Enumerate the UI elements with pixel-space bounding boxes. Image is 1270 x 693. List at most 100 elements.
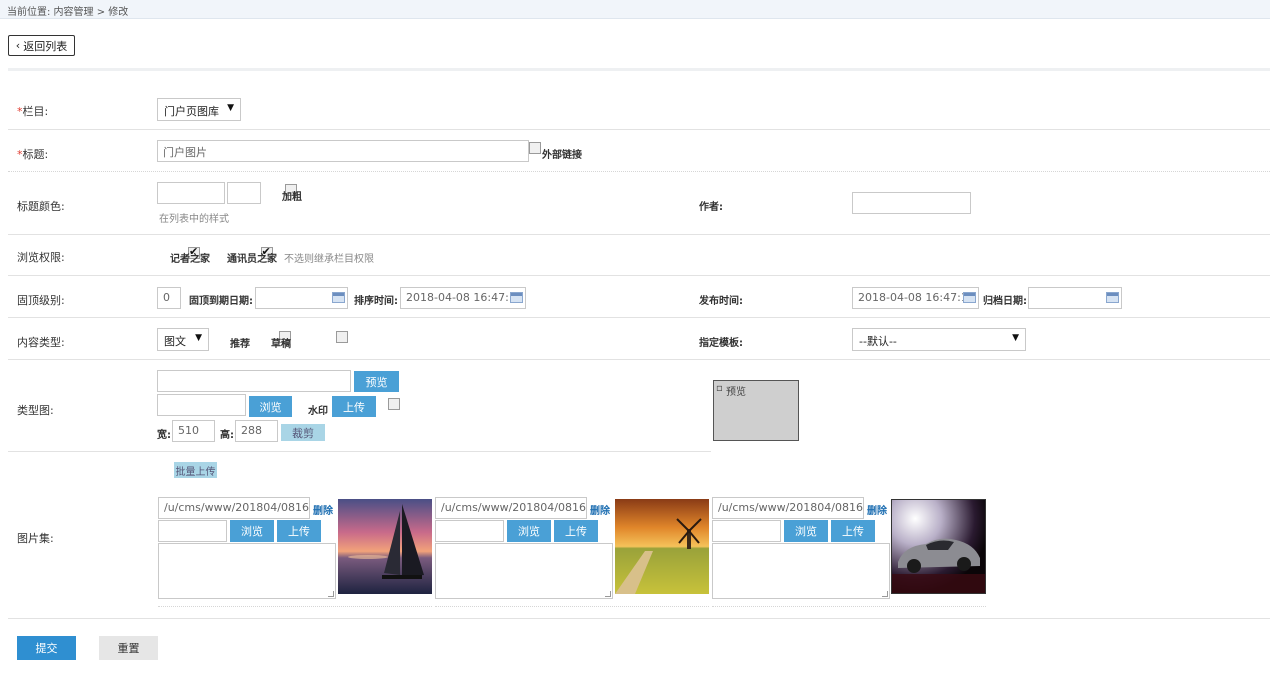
- gallery-upload-button[interactable]: 上传: [831, 520, 875, 542]
- gallery-image-sailboat: [338, 499, 432, 594]
- height-input[interactable]: 288: [235, 420, 278, 442]
- bold-label: 加粗: [282, 192, 302, 203]
- type-image-label: 类型图:: [17, 404, 54, 417]
- title-color-input[interactable]: [157, 182, 225, 204]
- upload-button[interactable]: 上传: [332, 396, 376, 417]
- back-to-list-label: 返回列表: [23, 39, 68, 53]
- width-label: 宽:: [157, 430, 171, 441]
- gallery-file-input[interactable]: [158, 520, 227, 542]
- content-type-label: 内容类型:: [17, 336, 65, 349]
- broken-image-icon: ▫: [716, 383, 723, 394]
- publish-time-label: 发布时间:: [699, 296, 743, 307]
- chevron-left-icon: ‹: [15, 39, 21, 52]
- title-input[interactable]: 门户图片: [157, 140, 529, 162]
- draft-checkbox[interactable]: [335, 331, 348, 343]
- calendar-icon[interactable]: [510, 292, 523, 303]
- recommend-label: 推荐: [230, 339, 250, 350]
- row-divider: [8, 234, 1270, 235]
- template-label: 指定模板:: [699, 338, 743, 349]
- author-input[interactable]: [852, 192, 971, 214]
- watermark-checkbox[interactable]: [388, 398, 400, 410]
- type-image-path-input[interactable]: [157, 370, 351, 392]
- sort-time-label: 排序时间:: [354, 296, 398, 307]
- gallery-path-input[interactable]: /u/cms/www/201804/081602: [158, 497, 310, 519]
- sports-car-image: [892, 500, 985, 593]
- gallery-delete-link[interactable]: 删除: [590, 502, 610, 517]
- row-divider: [8, 618, 1270, 619]
- perm-reporter-label: 记者之家: [170, 254, 210, 265]
- crop-button[interactable]: 裁剪: [281, 424, 325, 441]
- browse-permission-label: 浏览权限:: [17, 251, 65, 264]
- gallery-upload-button[interactable]: 上传: [277, 520, 321, 542]
- gallery-item-divider: [158, 606, 432, 607]
- type-image-file-input[interactable]: [157, 394, 246, 416]
- resize-grip-icon[interactable]: [328, 591, 334, 597]
- sort-time-input[interactable]: 2018-04-08 16:47:15: [400, 287, 526, 309]
- calendar-icon[interactable]: [963, 292, 976, 303]
- gallery-browse-button[interactable]: 浏览: [507, 520, 551, 542]
- row-divider: [8, 129, 1270, 130]
- resize-grip-icon[interactable]: [882, 591, 888, 597]
- windmill-field-image: [615, 499, 709, 594]
- height-label: 高:: [220, 430, 234, 441]
- gallery-item-divider: [435, 606, 709, 607]
- browse-button[interactable]: 浏览: [249, 396, 292, 417]
- submit-button[interactable]: 提交: [17, 636, 76, 660]
- gallery-file-input[interactable]: [435, 520, 504, 542]
- column-field-label: *栏目:: [17, 105, 49, 118]
- perm-correspondent-label: 通讯员之家: [227, 254, 277, 265]
- row-divider: [8, 171, 1270, 172]
- gallery-upload-button[interactable]: 上传: [554, 520, 598, 542]
- batch-upload-button[interactable]: 批量上传: [174, 462, 217, 478]
- content-type-select[interactable]: 图文 ▼: [157, 328, 209, 351]
- row-divider: [8, 451, 711, 452]
- perm-hint: 不选则继承栏目权限: [284, 254, 374, 265]
- section-divider: [8, 68, 1270, 71]
- row-divider: [8, 317, 1270, 318]
- gallery-description-textarea[interactable]: [435, 543, 613, 599]
- archive-date-label: 归档日期:: [983, 296, 1027, 307]
- watermark-label: 水印: [308, 406, 328, 417]
- column-select[interactable]: 门户页图库 ▼: [157, 98, 241, 121]
- reset-button[interactable]: 重置: [99, 636, 158, 660]
- top-level-input[interactable]: 0: [157, 287, 181, 309]
- gallery-delete-link[interactable]: 删除: [313, 502, 333, 517]
- gallery-browse-button[interactable]: 浏览: [230, 520, 274, 542]
- gallery-path-input[interactable]: /u/cms/www/201804/081602: [435, 497, 587, 519]
- title-color-label: 标题颜色:: [17, 200, 65, 213]
- dropdown-arrow-icon: ▼: [227, 103, 234, 113]
- author-label: 作者:: [699, 202, 723, 213]
- dropdown-arrow-icon: ▼: [1012, 333, 1019, 343]
- gallery-description-textarea[interactable]: [712, 543, 890, 599]
- gallery-image-car: [891, 499, 986, 594]
- external-link-checkbox[interactable]: [529, 142, 541, 154]
- template-select-value: --默认--: [859, 335, 897, 348]
- gallery-path-input[interactable]: /u/cms/www/201804/081602: [712, 497, 864, 519]
- template-select[interactable]: --默认-- ▼: [852, 328, 1026, 351]
- dropdown-arrow-icon: ▼: [195, 333, 202, 343]
- resize-grip-icon[interactable]: [605, 591, 611, 597]
- column-select-value: 门户页图库: [164, 105, 219, 118]
- title-color-swatch-input[interactable]: [227, 182, 261, 204]
- draft-label: 草稿: [271, 339, 291, 350]
- width-input[interactable]: 510: [172, 420, 215, 442]
- calendar-icon[interactable]: [332, 292, 345, 303]
- preview-alt-text: 预览: [726, 387, 746, 398]
- gallery-label: 图片集:: [17, 532, 54, 545]
- title-field-label: *标题:: [17, 148, 49, 161]
- gallery-file-input[interactable]: [712, 520, 781, 542]
- gallery-description-textarea[interactable]: [158, 543, 336, 599]
- top-level-label: 固顶级别:: [17, 294, 65, 307]
- external-link-label: 外部链接: [542, 150, 582, 161]
- gallery-image-windmill: [615, 499, 709, 594]
- row-divider: [8, 359, 1270, 360]
- gallery-browse-button[interactable]: 浏览: [784, 520, 828, 542]
- calendar-icon[interactable]: [1106, 292, 1119, 303]
- publish-time-input[interactable]: 2018-04-08 16:47:15: [852, 287, 979, 309]
- breadcrumb: 当前位置: 内容管理 > 修改: [7, 7, 129, 18]
- preview-button[interactable]: 预览: [354, 371, 399, 392]
- type-image-preview: ▫ 预览: [713, 380, 799, 441]
- sailboat-sunset-image: [338, 499, 432, 594]
- back-to-list-button[interactable]: ‹ 返回列表: [8, 35, 75, 56]
- gallery-delete-link[interactable]: 删除: [867, 502, 887, 517]
